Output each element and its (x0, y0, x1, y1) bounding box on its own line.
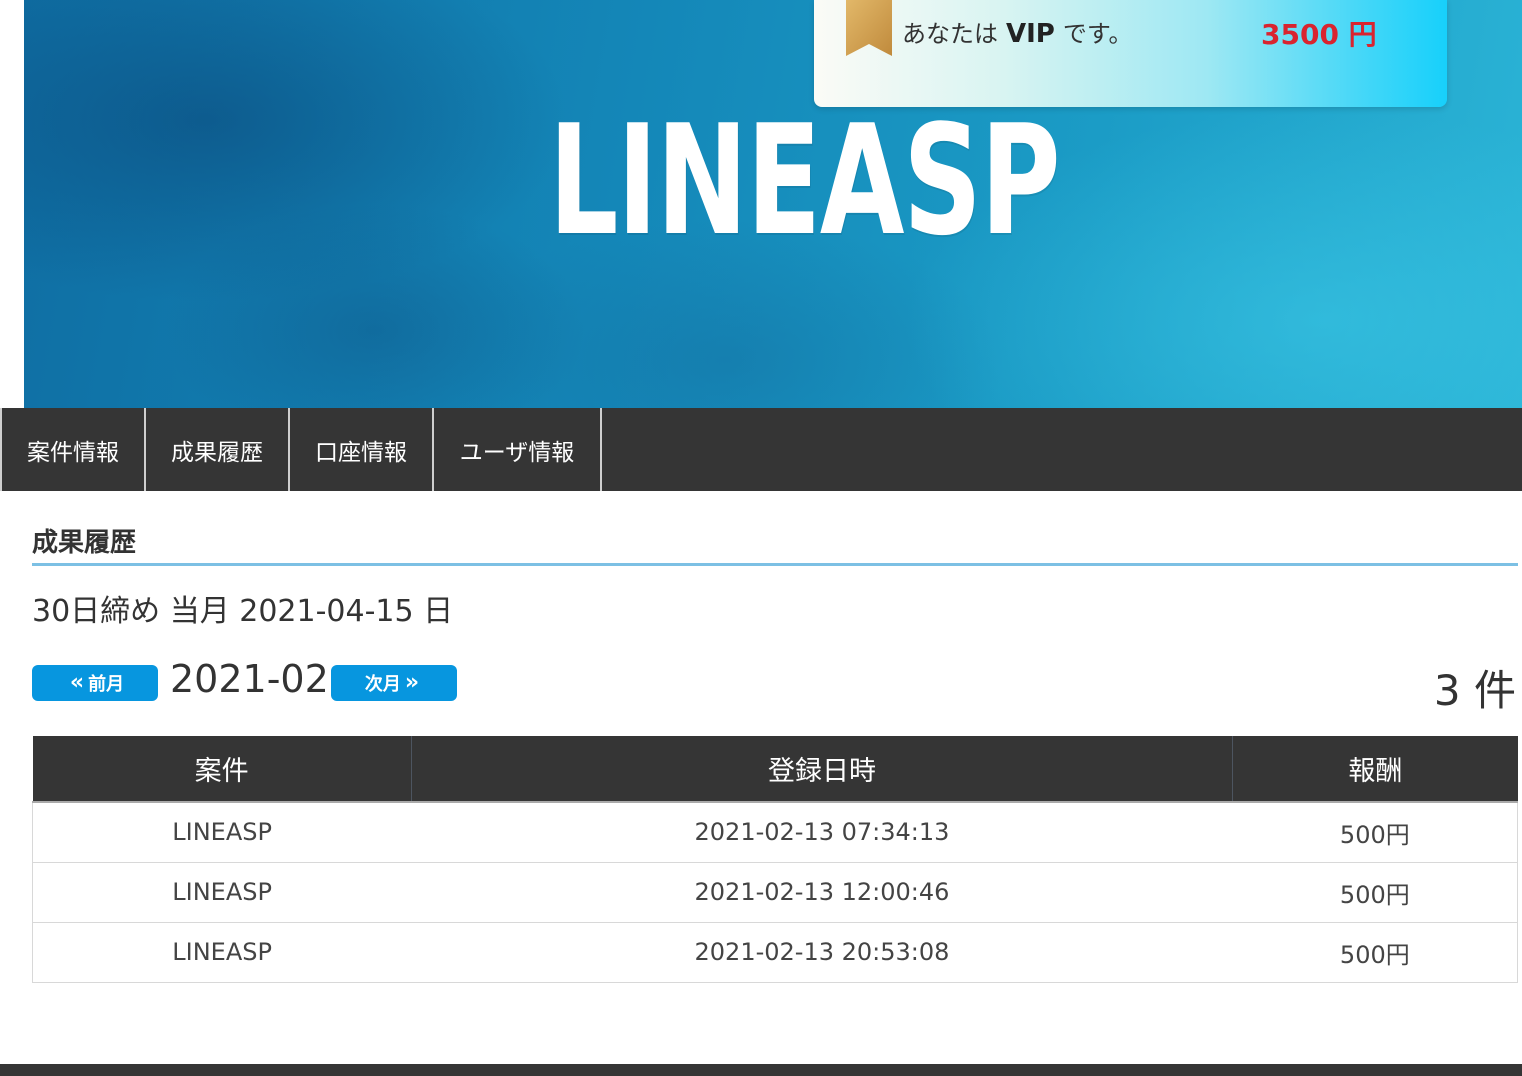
current-month: 2021-02 (170, 657, 329, 701)
cell-case: LINEASP (32, 861, 412, 923)
main-nav: 案件情報 成果履歴 口座情報 ユーザ情報 (0, 408, 1522, 491)
vip-suffix: です。 (1062, 20, 1133, 48)
prev-month-label: 前月 (88, 674, 125, 695)
closing-info: 30日締め 当月 2021-04-15 日 (32, 594, 454, 629)
title-divider (32, 563, 1518, 566)
table-header-row: 案件 登録日時 報酬 (32, 736, 1518, 803)
nav-item-user[interactable]: ユーザ情報 (434, 408, 602, 491)
cell-date: 2021-02-13 07:34:13 (411, 801, 1233, 863)
cell-reward: 500円 (1232, 861, 1518, 923)
table-row: LINEASP 2021-02-13 07:34:13 500円 (32, 801, 1518, 863)
column-header-reward: 報酬 (1232, 736, 1518, 803)
nav-item-results[interactable]: 成果履歴 (146, 408, 290, 491)
vip-prefix: あなたは (902, 20, 998, 48)
bookmark-ribbon-icon (846, 0, 892, 56)
cell-reward: 500円 (1232, 921, 1518, 983)
column-header-date: 登録日時 (411, 736, 1234, 803)
page-title: 成果履歴 (32, 528, 137, 558)
nav-item-projects[interactable]: 案件情報 (0, 408, 146, 491)
footer-bar (0, 1064, 1522, 1076)
double-chevron-right-icon: » (404, 670, 420, 695)
table-row: LINEASP 2021-02-13 12:00:46 500円 (32, 861, 1518, 923)
next-month-button[interactable]: 次月 » (331, 665, 457, 701)
cell-case: LINEASP (32, 801, 412, 863)
cell-reward: 500円 (1232, 801, 1518, 863)
nav-item-account[interactable]: 口座情報 (290, 408, 434, 491)
site-logo: LINEASP (548, 91, 1061, 269)
record-count: 3 件 (1433, 666, 1516, 715)
vip-rank: VIP (1006, 19, 1055, 49)
cell-date: 2021-02-13 20:53:08 (411, 921, 1233, 983)
results-table: 案件 登録日時 報酬 LINEASP 2021-02-13 07:34:13 5… (32, 736, 1518, 983)
double-chevron-left-icon: « (69, 670, 85, 695)
cell-date: 2021-02-13 12:00:46 (411, 861, 1233, 923)
vip-status-text: あなたは VIP です。 (902, 14, 1132, 49)
table-row: LINEASP 2021-02-13 20:53:08 500円 (32, 921, 1518, 983)
cell-case: LINEASP (32, 921, 412, 983)
prev-month-button[interactable]: « 前月 (32, 665, 158, 701)
vip-balance: 3500 円 (1261, 18, 1377, 51)
vip-status-card: あなたは VIP です。 3500 円 (814, 0, 1447, 107)
column-header-case: 案件 (32, 736, 412, 803)
next-month-label: 次月 (364, 674, 401, 695)
